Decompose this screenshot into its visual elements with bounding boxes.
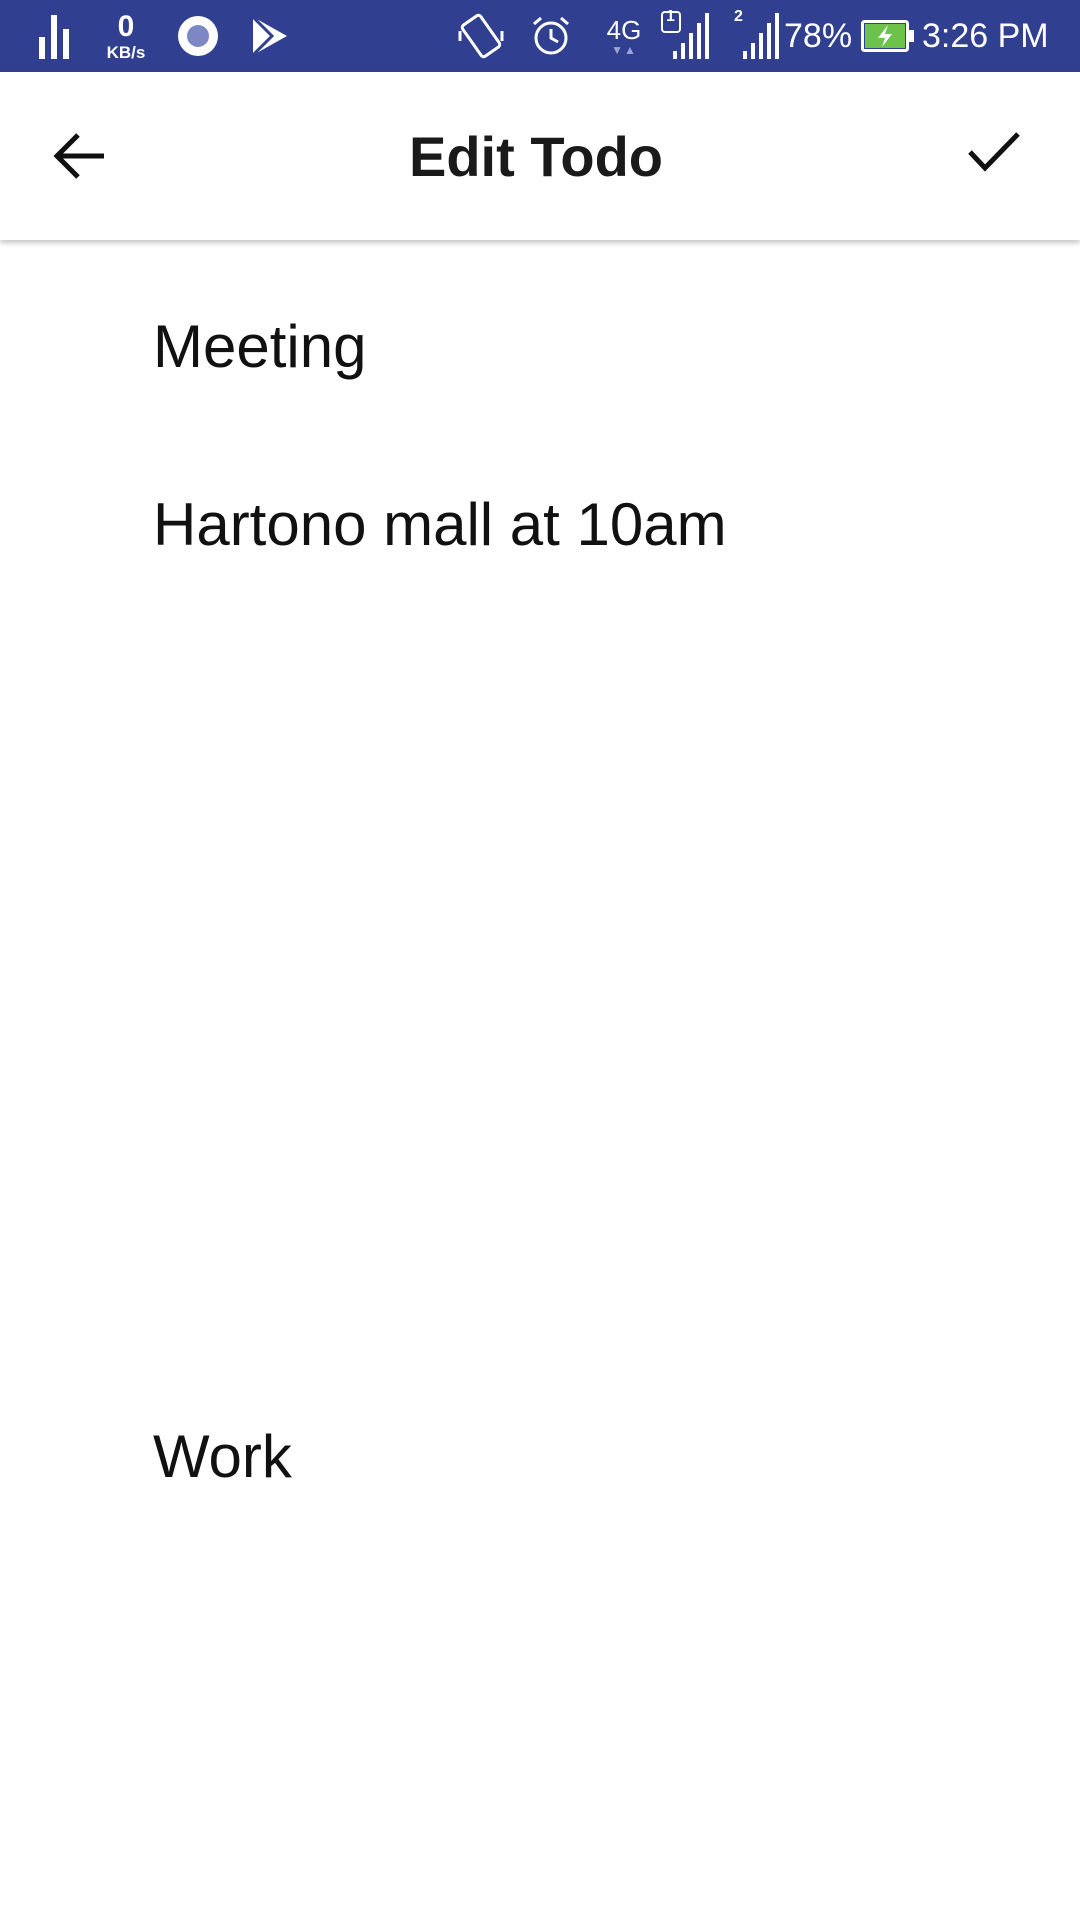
clock: 3:26 PM [922, 16, 1049, 55]
checkmark-icon [968, 132, 1020, 172]
todo-description-input[interactable] [153, 486, 1003, 562]
network-type-indicator: 4G ▼▲ [600, 0, 648, 72]
save-button[interactable] [950, 112, 1038, 192]
todo-title-input[interactable] [153, 308, 1003, 384]
sim1-label: 1 [666, 8, 675, 25]
sim2-label: 2 [734, 8, 743, 25]
sim2-signal-icon: 2 [730, 0, 784, 72]
todo-category-input[interactable] [153, 1418, 1003, 1494]
network-type-label: 4G [606, 14, 642, 45]
arrow-back-icon [53, 133, 104, 179]
sim1-signal-icon: 1 [660, 0, 714, 72]
data-speed-indicator: 0 KB/s [96, 0, 156, 72]
page-title: Edit Todo [409, 124, 663, 188]
alarm-icon [528, 0, 574, 72]
back-button[interactable] [36, 116, 124, 196]
battery-charging-icon [860, 0, 916, 72]
battery-percent: 78% [784, 16, 853, 55]
app-bar: Edit Todo [0, 72, 1080, 240]
rotate-icon [454, 0, 508, 72]
data-speed-unit: KB/s [106, 42, 146, 62]
signal-bars-icon [34, 0, 74, 72]
play-store-icon [248, 0, 292, 72]
edit-todo-screen: 0 KB/s 4G ▼▲ 1 2 78% 3:26 PM Edit Todo M… [0, 0, 1080, 1920]
data-speed-value: 0 [117, 9, 135, 43]
status-bar: 0 KB/s 4G ▼▲ 1 2 78% 3:26 PM [0, 0, 1080, 72]
circle-app-icon [174, 0, 222, 72]
data-activity-arrows-icon: ▼▲ [611, 42, 637, 57]
